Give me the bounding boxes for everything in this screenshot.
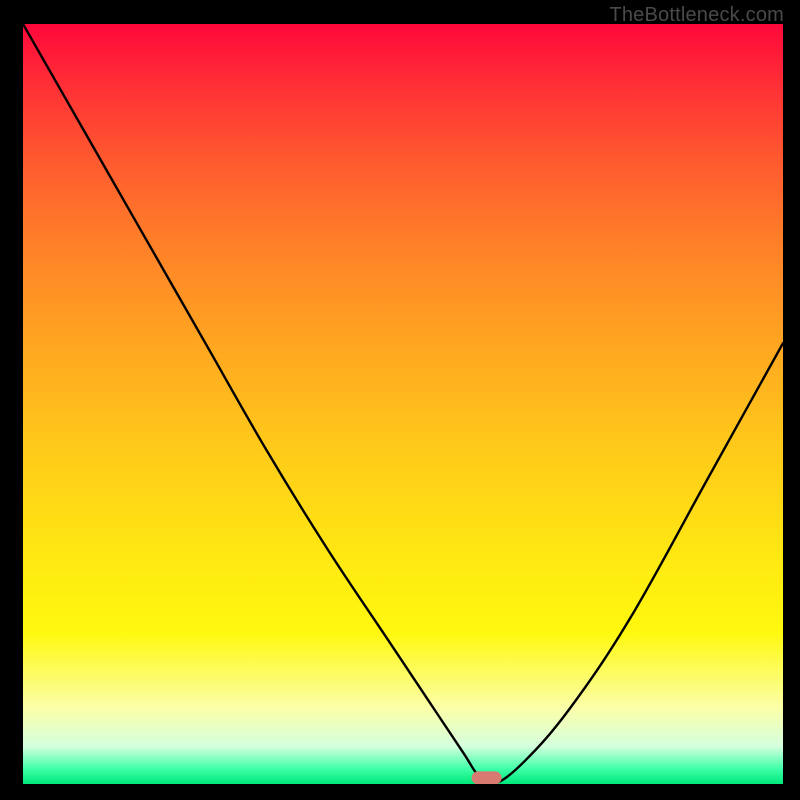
chart-frame: TheBottleneck.com	[0, 0, 800, 800]
plot-area	[23, 24, 783, 784]
bottleneck-curve-path	[23, 24, 783, 784]
curve-svg	[23, 24, 783, 784]
optimum-marker	[472, 771, 502, 784]
